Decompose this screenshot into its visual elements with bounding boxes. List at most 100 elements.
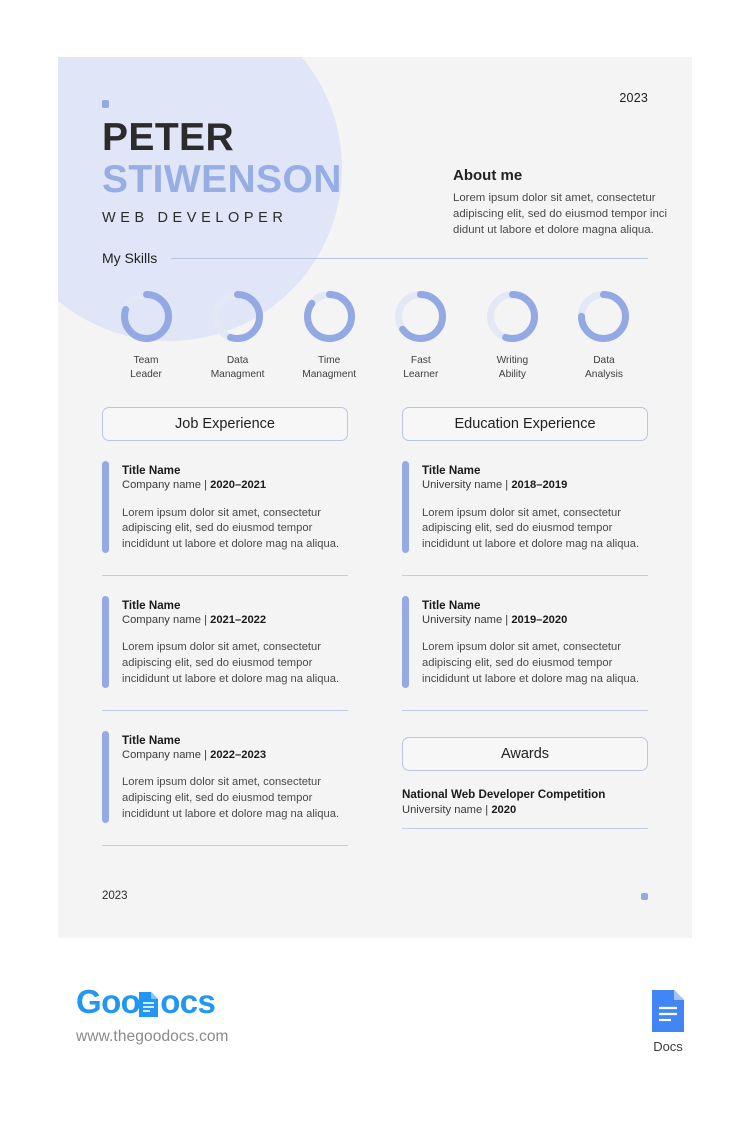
entry-separator (102, 845, 348, 847)
skill-label-line2: Ability (498, 368, 526, 380)
skill-item: Writing Ability (468, 288, 556, 381)
awards-entries: National Web Developer Competition Univer… (402, 787, 648, 829)
entry-accent-bar (402, 461, 409, 554)
award-meta: University name | 2020 (402, 803, 648, 818)
entry-title: Title Name (122, 464, 181, 478)
entry-org: University name | (422, 614, 512, 627)
skill-progress-ring (118, 288, 175, 345)
skill-label-line1: Data (226, 355, 249, 367)
entry-meta: Company name | 2021–2022 (122, 613, 348, 628)
entry-dates: 2022–2023 (210, 749, 267, 762)
skill-label-line2: Learner (403, 368, 439, 380)
entry-description: Lorem ipsum dolor sit amet, consectetur … (422, 641, 640, 686)
award-title: National Web Developer Competition (402, 788, 606, 802)
entry-description: Lorem ipsum dolor sit amet, consectetur … (122, 776, 340, 821)
entry-description: Lorem ipsum dolor sit amet, consectetur … (122, 506, 340, 551)
goodocs-branding: Goo ocs www.thegoodocs.com (76, 985, 229, 1046)
skill-item: Data Analysis (560, 288, 648, 381)
skill-label-line2: Managment (302, 368, 357, 380)
entry-org: University name | (422, 479, 512, 492)
resume-card: 2023 PETER STIWENSON WEB DEVELOPER About… (58, 57, 692, 938)
award-org: University name | (402, 803, 492, 816)
experience-entry: Title Name Company name | 2020–2021 Lorem … (102, 461, 348, 557)
skill-progress-ring (392, 288, 449, 345)
resume-content: 2023 PETER STIWENSON WEB DEVELOPER About… (58, 57, 692, 938)
skills-heading: My Skills (102, 250, 158, 267)
education-experience-heading[interactable]: Education Experience (402, 407, 648, 442)
entry-dates: 2019–2020 (511, 614, 568, 627)
about-me-title: About me (453, 167, 523, 184)
entry-body: Title Name University name | 2018–2019 Lor… (422, 461, 648, 553)
skill-label: Writing Ability (468, 354, 556, 381)
skill-label: Data Analysis (560, 354, 648, 381)
skill-label-line1: Fast (410, 355, 431, 367)
entry-separator (102, 710, 348, 712)
about-me-section: About me Lorem ipsum dolor sit amet, con… (453, 167, 668, 239)
entry-title: Title Name (422, 464, 481, 478)
awards-heading[interactable]: Awards (402, 737, 648, 772)
entry-dates: 2018–2019 (511, 479, 568, 492)
resume-header: 2023 (102, 57, 648, 108)
skill-progress-ring (575, 288, 632, 345)
skill-label-line1: Team (133, 355, 159, 367)
job-experience-column: Job Experience Title Name Company name | … (102, 407, 348, 847)
entry-title: Title Name (122, 734, 181, 748)
skill-item: Fast Learner (377, 288, 465, 381)
entry-title: Title Name (422, 599, 481, 613)
skill-label-line2: Analysis (585, 368, 623, 380)
entry-accent-bar (102, 461, 109, 554)
experience-entry: Title Name University name | 2019–2020 Lor… (402, 596, 648, 692)
skill-progress-ring (484, 288, 541, 345)
entry-description: Lorem ipsum dolor sit amet, consectetur … (122, 641, 340, 686)
skill-item: Time Managment (285, 288, 373, 381)
header-year: 2023 (619, 91, 648, 105)
skill-item: Team Leader (102, 288, 190, 381)
entry-dates: 2020–2021 (210, 479, 267, 492)
skill-label-line1: Time (318, 355, 341, 367)
skill-label-line1: Writing (496, 355, 529, 367)
experience-columns: Job Experience Title Name Company name | … (102, 407, 648, 847)
experience-entry: Title Name University name | 2018–2019 Lor… (402, 461, 648, 557)
entry-body: Title Name Company name | 2021–2022 Lorem … (122, 596, 348, 688)
education-experience-column: Education Experience Title Name Universit… (402, 407, 648, 846)
entry-org: Company name | (122, 479, 211, 492)
goodocs-url[interactable]: www.thegoodocs.com (76, 1028, 229, 1046)
goodocs-document-icon (138, 990, 159, 1017)
google-docs-label: Docs (653, 1039, 683, 1054)
skill-progress-ring (301, 288, 358, 345)
skill-label: Data Managment (194, 354, 282, 381)
job-experience-heading[interactable]: Job Experience (102, 407, 348, 442)
skill-label: Time Managment (285, 354, 373, 381)
entry-body: Title Name University name | 2019–2020 Lor… (422, 596, 648, 688)
entry-meta: Company name | 2020–2021 (122, 478, 348, 493)
skill-progress-ring (209, 288, 266, 345)
award-separator (402, 827, 648, 829)
experience-entry: Title Name Company name | 2021–2022 Lorem … (102, 596, 348, 692)
entry-accent-bar (102, 731, 109, 824)
entry-title: Title Name (122, 599, 181, 613)
award-dates: 2020 (491, 803, 517, 816)
entry-org: Company name | (122, 614, 211, 627)
skills-heading-rule (171, 257, 648, 259)
skill-item: Data Managment (194, 288, 282, 381)
first-name: PETER (102, 116, 235, 159)
award-entry: National Web Developer Competition Univer… (402, 787, 648, 818)
entry-separator (402, 575, 648, 577)
entry-accent-bar (102, 596, 109, 689)
entry-body: Title Name Company name | 2022–2023 Lorem … (122, 731, 348, 823)
google-docs-icon (649, 988, 687, 1034)
goodocs-logo-text-goo: Goo (76, 983, 141, 1020)
about-me-text: Lorem ipsum dolor sit amet, consectetur … (453, 192, 668, 237)
entry-dates: 2021–2022 (210, 614, 267, 627)
entry-meta: University name | 2018–2019 (422, 478, 648, 493)
entry-meta: University name | 2019–2020 (422, 613, 648, 628)
entry-separator (402, 710, 648, 712)
skill-label: Team Leader (102, 354, 190, 381)
entry-meta: Company name | 2022–2023 (122, 748, 348, 763)
skill-label: Fast Learner (377, 354, 465, 381)
goodocs-logo: Goo ocs (76, 985, 229, 1018)
entry-body: Title Name Company name | 2020–2021 Lorem … (122, 461, 348, 553)
experience-entry: Title Name Company name | 2022–2023 Lorem … (102, 731, 348, 827)
job-experience-entries: Title Name Company name | 2020–2021 Lorem … (102, 461, 348, 847)
skill-label-line1: Data (593, 355, 615, 367)
